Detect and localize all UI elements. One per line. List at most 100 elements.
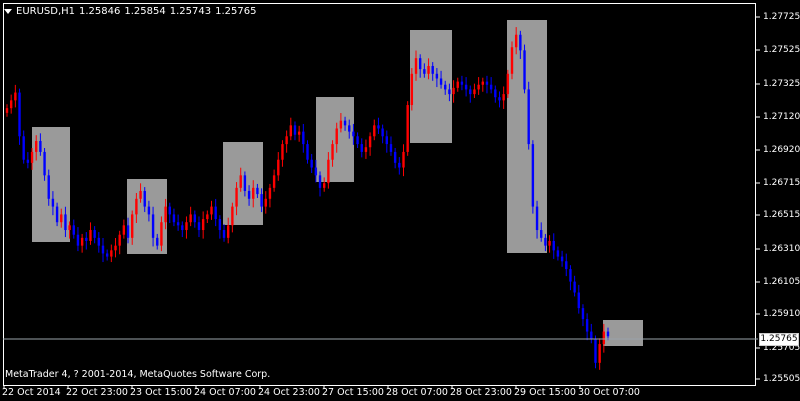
candle-body [356,136,359,145]
candle-body [485,81,489,85]
candle-body [22,136,25,160]
candle-body [101,245,105,254]
y-axis-label: 1.27725 [763,12,800,22]
candle-body [160,222,163,246]
x-axis-label: 24 Oct 23:00 [258,387,320,398]
candle-body [64,214,67,231]
candle-body [114,245,117,251]
candle-body [431,65,434,74]
chart-window[interactable]: EURUSD,H1 1.25846 1.25854 1.25743 1.2576… [0,0,800,401]
candle-body [176,222,180,226]
candle-body [214,206,217,220]
candle-body [272,175,276,188]
candle-body [585,319,589,332]
candle-body [68,225,71,231]
candle-body [348,125,351,132]
session-boxes [32,20,643,346]
y-axis-label: 1.27120 [763,112,800,122]
candle-body [156,237,159,246]
candle-body [185,222,188,231]
candle-body [143,190,146,207]
y-axis-label: 1.26920 [763,145,800,155]
candle-body [227,225,230,238]
candle-body [560,256,564,262]
candle-body [206,214,209,220]
candle-body [55,206,59,223]
candle-body [469,89,472,95]
candle-body [139,190,142,199]
candle-body [43,151,46,176]
candle-body [360,144,363,152]
candle-body [110,250,113,257]
x-axis-label: 22 Oct 23:00 [66,387,128,398]
candle-body [494,89,497,98]
candle-body [164,206,167,223]
y-axis-label: 1.26715 [763,178,800,188]
candle-body [35,140,38,152]
candle-body [540,230,543,238]
candle-body [302,131,305,145]
candle-body [477,84,480,90]
candle-body [368,136,372,148]
candle-body [460,81,464,85]
candle-body [310,159,313,168]
chart-header: EURUSD,H1 1.25846 1.25854 1.25743 1.2576… [4,4,256,18]
candle-body [544,237,547,246]
candle-body [306,144,309,160]
candle-body [181,225,184,231]
y-axis-label: 1.26105 [763,277,800,287]
candle-body [14,92,17,101]
candle-body [314,167,318,176]
y-axis-label: 1.25910 [763,309,800,319]
candle-body [577,292,580,309]
candle-body [398,162,401,168]
candle-body [247,190,251,199]
candle-body [218,219,222,231]
candle-body [377,125,380,129]
candle-body [502,94,505,101]
candle-body [335,128,338,145]
candle-body [210,206,213,215]
x-axis-label: 28 Oct 07:00 [386,387,448,398]
candle-body [47,175,50,199]
candle-body [51,198,55,207]
candle-body [135,198,138,215]
candle-body [456,81,459,88]
copyright-text: MetaTrader 4, ? 2001-2014, MetaQuotes So… [5,369,271,380]
candle-body [389,144,393,152]
open-value: 1.25846 [79,5,121,17]
current-price-tag: 1.25765 [759,333,799,346]
candle-body [548,240,551,246]
candle-body [60,214,63,223]
candle-body [260,194,263,207]
price-chart[interactable] [0,0,800,401]
candle-body [231,206,234,226]
candle-body [30,151,34,163]
session-box [316,97,354,182]
candle-body [281,144,284,160]
candle-body [76,234,80,246]
candle-body [289,125,293,137]
candle-body [590,331,593,340]
x-axis-label: 27 Oct 15:00 [322,387,384,398]
candle-body [318,175,322,188]
x-axis-label: 29 Oct 15:00 [514,387,576,398]
candle-body [339,120,343,129]
candle-body [393,151,397,163]
candle-body [418,58,422,70]
candle-body [489,84,493,90]
candle-body [573,281,576,293]
candle-body [331,144,334,160]
candle-body [277,159,280,176]
x-axis-label: 22 Oct 2014 [2,387,61,398]
dropdown-triangle-icon[interactable] [4,8,12,14]
candle-body [222,230,226,238]
candle-body [105,253,109,257]
high-value: 1.25854 [124,5,166,17]
candle-body [252,187,255,199]
candle-body [9,100,13,109]
candle-body [297,131,301,135]
candle-body [5,108,9,113]
candle-body [506,73,510,95]
candle-body [151,214,155,238]
